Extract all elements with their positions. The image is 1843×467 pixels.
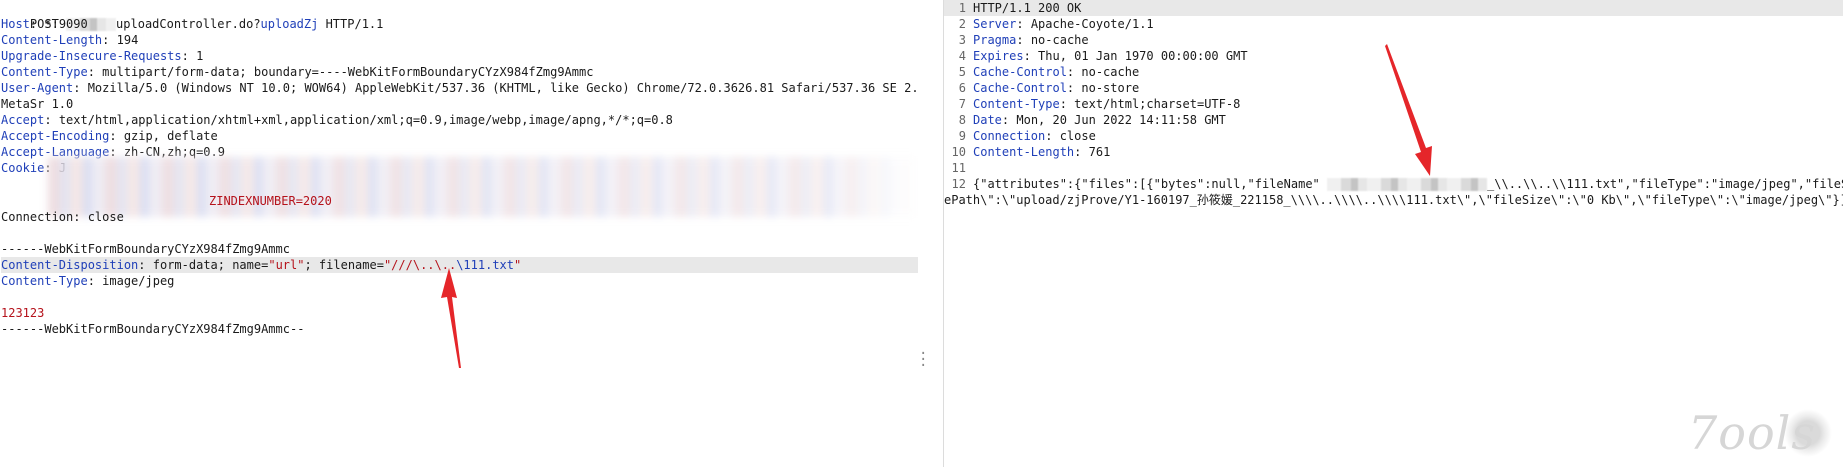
header-value: 194 <box>109 33 139 47</box>
header-connection: Connection: close <box>1 209 918 225</box>
red-arrow-up <box>441 268 461 368</box>
resp-line-12: 12 {"attributes":{"files":[{"bytes":null,… <box>944 176 1843 192</box>
header-value: gzip, deflate <box>116 129 218 143</box>
resp-line-7: 7 Content-Type: text/html;charset=UTF-8 <box>944 96 1241 112</box>
red-arrow-down <box>1385 44 1432 176</box>
header-value: 761 <box>1081 145 1111 159</box>
filename-end: " <box>514 258 522 272</box>
resp-line-12-wrap: ePath\":\"upload/zjProve/Y1-160197_孙筱媛_2… <box>944 192 1843 208</box>
resp-line-1: 1 HTTP/1.1 200 OK <box>944 0 1843 16</box>
header-key: Connection <box>973 129 1046 143</box>
header-user-agent-cont: MetaSr 1.0 <box>1 96 918 112</box>
header-key: Content-Length <box>1 33 103 47</box>
header-accept: Accept: text/html,application/xhtml+xml,… <box>1 113 673 127</box>
header-value: Apache-Coyote/1.1 <box>1023 17 1154 31</box>
header-content-type: Content-Type: multipart/form-data; bound… <box>1 65 594 79</box>
header-key: Cookie <box>1 161 45 175</box>
line-number: 12 <box>951 177 966 191</box>
header-key: Content-Type <box>1 65 88 79</box>
header-user-agent: User-Agent: Mozilla/5.0 (Windows NT 10.0… <box>1 80 918 96</box>
header-key: Content-Type <box>973 97 1060 111</box>
header-key: Content-Length <box>973 145 1075 159</box>
cookie-tail-text: ZINDEXNUMBER=2020 <box>209 194 332 208</box>
line-number: 7 <box>958 97 966 111</box>
pane-splitter-handle[interactable]: · · · <box>919 347 927 373</box>
header-value: MetaSr 1.0 <box>1 97 74 111</box>
header-key: Host <box>1 17 30 31</box>
header-key: Date <box>973 113 1002 127</box>
header-key: Content-Disposition <box>1 258 139 272</box>
watermark-logo: 7ools <box>1688 405 1838 465</box>
response-viewer[interactable]: 1 HTTP/1.1 200 OK 2 Server: Apache-Coyote/… <box>944 0 1843 467</box>
header-host: Host: *:9090 <box>1 17 88 31</box>
header-accept-encoding: Accept-Encoding: gzip, deflate <box>1 129 218 143</box>
header-key: User-Agent <box>1 81 74 95</box>
header-key: Content-Type <box>1 274 88 288</box>
header-key: Accept-Encoding <box>1 129 110 143</box>
line-number: 2 <box>958 17 966 31</box>
resp-line-11: 11 <box>944 160 973 176</box>
header-content-length: Content-Length: 194 <box>1 33 139 47</box>
request-line: POST uploadController.do?uploadZj HTTP/1… <box>1 0 918 31</box>
disposition-name: "url" <box>268 258 305 272</box>
header-value: 1 <box>188 49 204 63</box>
boundary-start: ------WebKitFormBoundaryCYzX984fZmg9Ammc <box>1 241 918 257</box>
boundary-text: ------WebKitFormBoundaryCYzX984fZmg9Ammc <box>1 242 290 256</box>
header-value: text/html,application/xhtml+xml,applicat… <box>51 113 673 127</box>
header-key: Cache-Control <box>973 65 1067 79</box>
watermark-text: 7ools <box>1688 406 1816 460</box>
cookie-tail: ZINDEXNUMBER=2020 <box>209 193 918 209</box>
json-body-start: {"attributes":{"files":[{"bytes":null,"f… <box>973 177 1320 191</box>
request-editor[interactable]: POST uploadController.do?uploadZj HTTP/1… <box>0 0 918 467</box>
header-key: Upgrade-Insecure-Requests <box>1 49 182 63</box>
disposition-mid: ; filename= <box>304 258 384 272</box>
header-value: Mozilla/5.0 (Windows NT 10.0; WOW64) App… <box>80 81 918 95</box>
line-number: 4 <box>958 49 966 63</box>
header-key: Server <box>973 17 1017 31</box>
line-number: 11 <box>951 161 966 175</box>
header-value: text/html;charset=UTF-8 <box>1066 97 1241 111</box>
header-key: Cache-Control <box>973 81 1067 95</box>
header-value: multipart/form-data; boundary=----WebKit… <box>94 65 594 79</box>
status-line: HTTP/1.1 200 OK <box>973 1 1082 15</box>
header-upgrade-insecure: Upgrade-Insecure-Requests: 1 <box>1 49 204 63</box>
resp-line-4: 4 Expires: Thu, 01 Jan 1970 00:00:00 GMT <box>944 48 1248 64</box>
line-number: 9 <box>958 129 966 143</box>
line-number: 3 <box>958 33 966 47</box>
header-value: *:9090 <box>37 17 88 31</box>
resp-line-8: 8 Date: Mon, 20 Jun 2022 14:11:58 GMT <box>944 112 1226 128</box>
line-number: 6 <box>958 81 966 95</box>
body-value: 123123 <box>1 306 45 320</box>
header-value: image/jpeg <box>94 274 175 288</box>
line-number: 10 <box>951 145 966 159</box>
resp-line-5: 5 Cache-Control: no-cache <box>944 64 1139 80</box>
disposition-pre: form-data; name= <box>145 258 269 272</box>
line-number: 1 <box>958 1 966 15</box>
header-key: Pragma <box>973 33 1017 47</box>
header-value: close <box>1052 129 1096 143</box>
header-key: Expires <box>973 49 1024 63</box>
json-body-wrap: ePath\":\"upload/zjProve/Y1-160197_孙筱媛_2… <box>944 193 1843 207</box>
json-body-rest: _\\..\\..\\111.txt","fileType":"image/jp… <box>1487 177 1843 191</box>
redacted-filename <box>1327 178 1488 191</box>
resp-line-10: 10 Content-Length: 761 <box>944 144 1111 160</box>
resp-line-2: 2 Server: Apache-Coyote/1.1 <box>944 16 1154 32</box>
resp-line-6: 6 Cache-Control: no-store <box>944 80 1139 96</box>
header-value: no-store <box>1074 81 1140 95</box>
boundary-end-text: ------WebKitFormBoundaryCYzX984fZmg9Ammc… <box>1 322 305 336</box>
header-key: Accept <box>1 113 45 127</box>
line-number: 8 <box>958 113 966 127</box>
header-value: Thu, 01 Jan 1970 00:00:00 GMT <box>1030 49 1248 63</box>
header-value: no-cache <box>1023 33 1089 47</box>
resp-line-9: 9 Connection: close <box>944 128 1096 144</box>
header-value: no-cache <box>1074 65 1140 79</box>
header-value: Mon, 20 Jun 2022 14:11:58 GMT <box>1009 113 1226 127</box>
line-number: 5 <box>958 65 966 79</box>
resp-line-3: 3 Pragma: no-cache <box>944 32 1089 48</box>
header-connection-text: Connection: close <box>1 210 124 224</box>
